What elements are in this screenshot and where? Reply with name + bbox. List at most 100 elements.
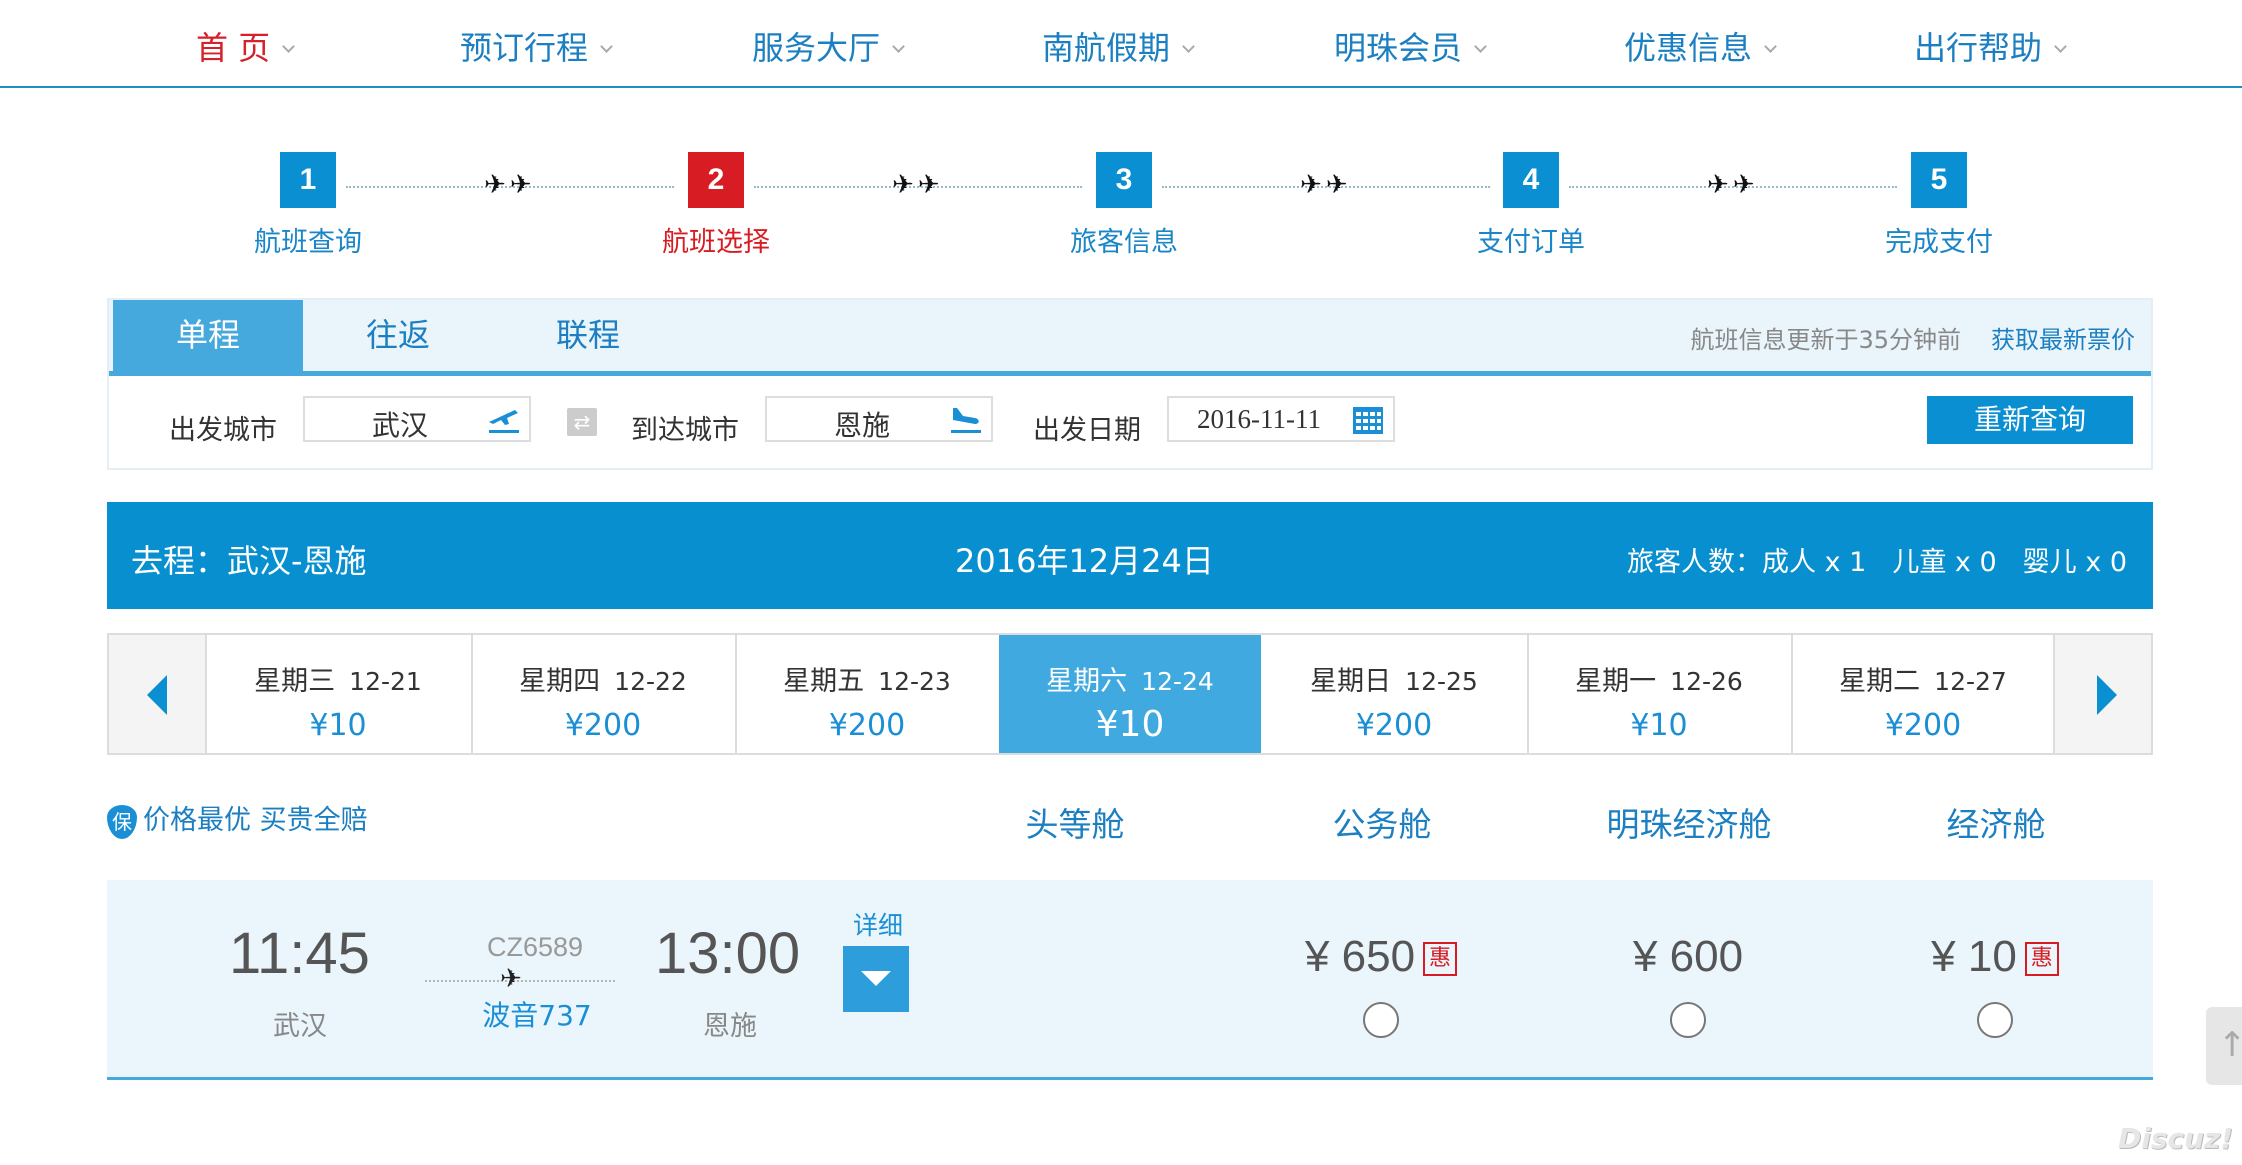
nav-booking[interactable]: 预订行程 xyxy=(460,28,613,68)
depart-city-label: 出发城市 xyxy=(169,415,277,446)
passenger-count: 旅客人数：成人 x 1 儿童 x 0 婴儿 x 0 xyxy=(1627,540,2127,579)
nav-promotions[interactable]: 优惠信息 xyxy=(1624,28,1777,68)
step-number: 5 xyxy=(1911,152,1967,208)
depart-city-input[interactable]: 武汉 xyxy=(303,396,531,442)
nav-service-hall[interactable]: 服务大厅 xyxy=(752,28,905,68)
cabin-pearl-economy: 明珠经济舱 xyxy=(1606,805,1772,844)
trip-type-tabs: 单程 往返 联程 航班信息更新于35分钟前 获取最新票价 xyxy=(109,300,2151,376)
weekday-text: 星期二 xyxy=(1839,666,1921,697)
chevron-down-icon xyxy=(600,40,613,53)
flight-number: CZ6589 xyxy=(486,932,584,962)
prev-dates-button[interactable] xyxy=(109,635,207,753)
search-panel: 单程 往返 联程 航班信息更新于35分钟前 获取最新票价 出发城市 武汉 ⇄ 到… xyxy=(107,298,2153,470)
plane-icon: ✈✈ xyxy=(1300,170,1352,200)
calendar-icon[interactable] xyxy=(1349,404,1387,436)
route-date: 2016年12月24日 xyxy=(955,542,1214,580)
arrow-right-icon xyxy=(2097,675,2117,715)
depart-date-value: 2016-11-11 xyxy=(1197,404,1321,434)
date-option[interactable]: 星期四 12-22 ¥200 xyxy=(471,635,733,753)
nav-help[interactable]: 出行帮助 xyxy=(1914,28,2067,68)
landing-icon xyxy=(951,408,981,433)
next-dates-button[interactable] xyxy=(2053,635,2151,753)
date-option[interactable]: 星期三 12-21 ¥10 xyxy=(207,635,469,753)
tab-one-way[interactable]: 单程 xyxy=(113,300,303,371)
step-passenger-info: 3 旅客信息 xyxy=(1034,152,1214,259)
step-complete: 5 完成支付 xyxy=(1849,152,2029,259)
step-label: 航班选择 xyxy=(662,227,770,258)
select-business-radio[interactable] xyxy=(1363,1002,1399,1038)
watermark: Discuz! xyxy=(2118,1122,2234,1155)
weekday-text: 星期六 xyxy=(1046,666,1128,697)
price-guarantee[interactable]: 保价格最优 买贵全赔 xyxy=(107,798,368,839)
date-weekday: 星期二 12-27 xyxy=(1793,659,2053,698)
requery-button[interactable]: 重新查询 xyxy=(1927,396,2133,444)
departure-city: 武汉 xyxy=(273,1011,327,1042)
date-price: ¥10 xyxy=(1630,708,1688,743)
select-pearl-economy-radio[interactable] xyxy=(1670,1002,1706,1038)
step-label: 完成支付 xyxy=(1885,227,1993,258)
date-weekday: 星期三 12-21 xyxy=(207,659,469,698)
date-option[interactable]: 星期二 12-27 ¥200 xyxy=(1791,635,2053,753)
discount-badge: 惠 xyxy=(1423,942,1458,976)
date-price: ¥200 xyxy=(1884,708,1962,743)
date-option[interactable]: 星期日 12-25 ¥200 xyxy=(1263,635,1525,753)
nav-service-hall-label: 服务大厅 xyxy=(752,29,881,67)
step-number: 4 xyxy=(1503,152,1559,208)
date-price: ¥10 xyxy=(309,708,367,743)
chevron-down-icon xyxy=(2054,40,2067,53)
weekday-text: 星期三 xyxy=(254,666,336,697)
cabin-economy: 经济舱 xyxy=(1946,805,2046,844)
nav-membership-label: 明珠会员 xyxy=(1334,29,1463,67)
plane-icon: ✈✈ xyxy=(892,170,944,200)
date-weekday: 星期日 12-25 xyxy=(1263,659,1525,698)
detail-label[interactable]: 详细 xyxy=(853,906,903,942)
nav-promotions-label: 优惠信息 xyxy=(1624,29,1753,67)
back-to-top-button[interactable]: ↑ xyxy=(2206,1007,2242,1085)
nav-holidays[interactable]: 南航假期 xyxy=(1042,28,1195,68)
arrival-time: 13:00 xyxy=(655,921,801,986)
route-title: 去程：武汉-恩施 xyxy=(131,542,367,580)
price-guarantee-text: 价格最优 买贵全赔 xyxy=(143,805,368,836)
select-economy-radio[interactable] xyxy=(1977,1002,2013,1038)
arrive-city-input[interactable]: 恩施 xyxy=(765,396,993,442)
nav-home-label: 首 页 xyxy=(196,29,271,67)
date-option[interactable]: 星期五 12-23 ¥200 xyxy=(735,635,997,753)
pax-child: 儿童 x 0 xyxy=(1892,547,1997,578)
date-selector: 星期三 12-21 ¥10 星期四 12-22 ¥200 星期五 12-23 ¥200… xyxy=(107,633,2153,755)
fare-price: ¥ 650 xyxy=(1304,932,1416,981)
date-option[interactable]: 星期一 12-26 ¥10 xyxy=(1527,635,1789,753)
nav-home[interactable]: 首 页 xyxy=(196,28,296,68)
date-price: ¥10 xyxy=(1095,704,1165,745)
date-price: ¥200 xyxy=(828,708,906,743)
swap-cities-icon[interactable]: ⇄ xyxy=(567,408,597,436)
step-number: 3 xyxy=(1096,152,1152,208)
pax-label: 旅客人数： xyxy=(1627,547,1763,578)
step-label: 航班查询 xyxy=(254,227,362,258)
pax-adult: 成人 x 1 xyxy=(1762,547,1867,578)
plane-icon: ✈✈ xyxy=(1707,170,1759,200)
weekday-text: 星期一 xyxy=(1575,666,1657,697)
depart-city-value: 武汉 xyxy=(371,409,428,442)
aircraft-model-link[interactable]: 波音737 xyxy=(452,994,622,1034)
nav-holidays-label: 南航假期 xyxy=(1042,29,1171,67)
date-option-selected[interactable]: 星期六 12-24 ¥10 xyxy=(999,635,1261,753)
date-weekday: 星期六 12-24 xyxy=(999,659,1261,698)
step-label: 支付订单 xyxy=(1477,227,1585,258)
arrive-city-label: 到达城市 xyxy=(631,415,739,446)
step-number: 2 xyxy=(688,152,744,208)
nav-membership[interactable]: 明珠会员 xyxy=(1334,28,1487,68)
depart-date-input[interactable]: 2016-11-11 xyxy=(1167,396,1395,442)
arrive-city-value: 恩施 xyxy=(833,409,890,442)
date-weekday: 星期五 12-23 xyxy=(737,659,997,698)
fare-price: ¥ 600 xyxy=(1632,932,1744,981)
expand-details-button[interactable] xyxy=(843,946,909,1012)
top-navigation: 首 页 预订行程 服务大厅 南航假期 明珠会员 优惠信息 出行帮助 xyxy=(0,0,2242,88)
tab-round-trip[interactable]: 往返 xyxy=(303,300,493,371)
step-flight-search: 1 航班查询 xyxy=(218,152,398,259)
date-text: 12-26 xyxy=(1670,667,1743,696)
refresh-fares-link[interactable]: 获取最新票价 xyxy=(1991,320,2135,355)
tab-multi-city[interactable]: 联程 xyxy=(493,300,683,371)
nav-booking-label: 预订行程 xyxy=(460,29,589,67)
flight-row: 11:45 武汉 CZ6589 ✈ 波音737 13:00 恩施 详细 ¥ 65… xyxy=(107,880,2153,1080)
date-text: 12-21 xyxy=(349,667,422,696)
